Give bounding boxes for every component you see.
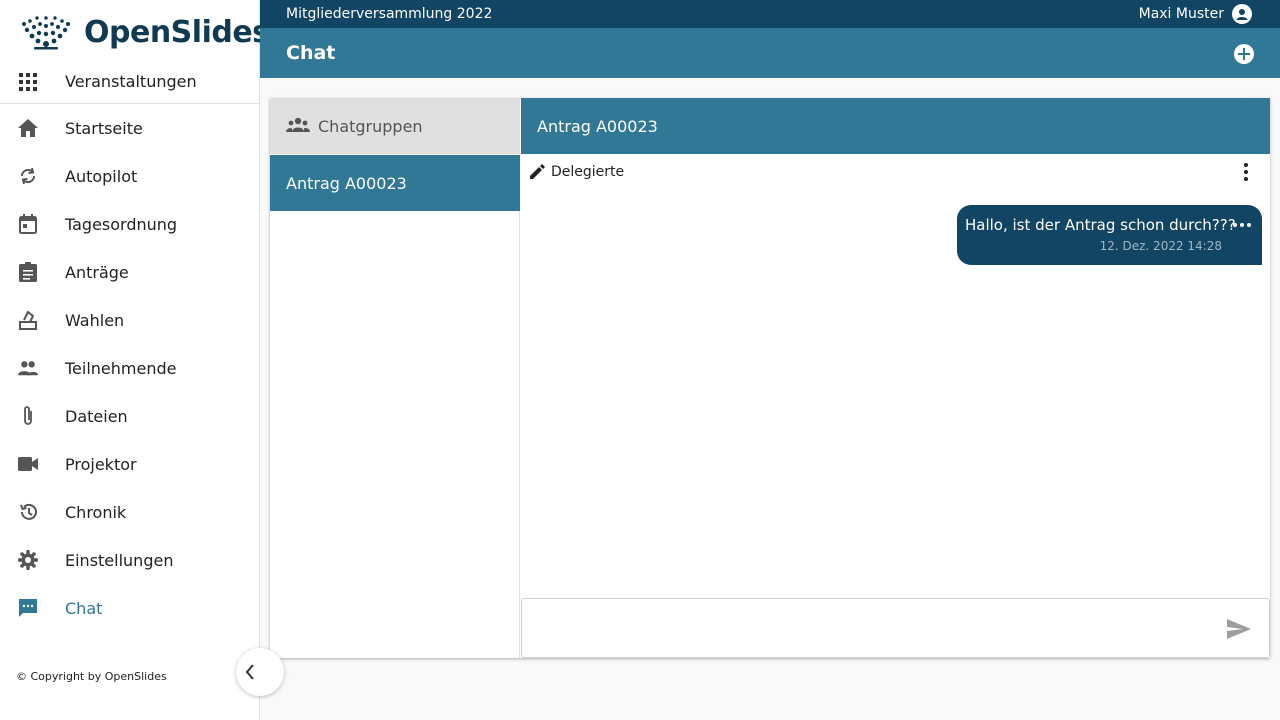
edit-group-label: Delegierte — [551, 164, 625, 180]
history-icon — [18, 502, 38, 522]
sidebar-item-chat[interactable]: Chat — [0, 584, 260, 632]
sidebar-item-label: Wahlen — [65, 310, 125, 330]
attachment-icon — [18, 406, 38, 426]
logo-text: OpenSlides — [84, 14, 270, 50]
assignment-icon — [18, 262, 38, 282]
sidebar-item-label: Teilnehmende — [65, 358, 177, 378]
sidebar-item-startseite[interactable]: Startseite — [0, 104, 260, 152]
message-menu-button[interactable] — [1232, 217, 1252, 233]
sidebar-item-dateien[interactable]: Dateien — [0, 392, 260, 440]
user-name[interactable]: Maxi Muster — [1139, 6, 1224, 22]
chat-panel: Chatgruppen Antrag A00023 Antrag A00023 … — [270, 98, 1270, 658]
chat-groups-header: Chatgruppen — [270, 98, 520, 154]
plus-icon — [1238, 48, 1250, 60]
home-icon — [18, 118, 38, 138]
conversation-menu-button[interactable] — [1234, 160, 1258, 184]
conversation-header: Antrag A00023 — [521, 98, 1270, 154]
message-timestamp: 12. Dez. 2022 14:28 — [1099, 239, 1222, 253]
sidebar-item-label: Chat — [65, 598, 103, 618]
edit-group-button[interactable]: Delegierte — [529, 162, 624, 182]
more-horiz-icon — [1233, 223, 1251, 227]
chat-conversation: Antrag A00023 Delegierte Hallo, ist der … — [521, 98, 1270, 658]
calendar-icon — [18, 214, 38, 234]
meeting-name[interactable]: Mitgliederversammlung 2022 — [286, 6, 492, 22]
more-vert-icon — [1244, 163, 1248, 181]
sidebar-item-label: Einstellungen — [65, 550, 174, 570]
chat-group-item[interactable]: Antrag A00023 — [270, 155, 520, 211]
chat-groups-title: Chatgruppen — [318, 116, 423, 136]
chat-message: Hallo, ist der Antrag schon durch??? 12.… — [957, 205, 1262, 265]
pencil-icon — [530, 164, 545, 179]
sidebar-item-wahlen[interactable]: Wahlen — [0, 296, 260, 344]
page-title: Chat — [286, 42, 336, 64]
meeting-topbar: Mitgliederversammlung 2022 Maxi Muster — [260, 0, 1280, 28]
people-icon — [18, 358, 38, 378]
sidebar-item-autopilot[interactable]: Autopilot — [0, 152, 260, 200]
account-icon[interactable] — [1232, 4, 1252, 24]
chat-groups-list: Chatgruppen Antrag A00023 — [270, 98, 520, 658]
sidebar-item-tagesordnung[interactable]: Tagesordnung — [0, 200, 260, 248]
ballot-icon — [18, 310, 38, 330]
sidebar-item-antraege[interactable]: Anträge — [0, 248, 260, 296]
nav-events-label: Veranstaltungen — [65, 72, 197, 91]
add-chat-group-button[interactable] — [1234, 44, 1254, 64]
sidebar-item-label: Tagesordnung — [65, 214, 178, 234]
chevron-left-icon — [245, 664, 254, 680]
sidebar-item-label: Startseite — [65, 118, 143, 138]
sidebar-item-chronik[interactable]: Chronik — [0, 488, 260, 536]
videocam-icon — [18, 454, 38, 474]
collapse-sidebar-button[interactable] — [236, 648, 284, 696]
nav-events[interactable]: Veranstaltungen — [0, 60, 260, 104]
gear-icon — [18, 550, 38, 570]
page-header: Chat — [260, 28, 1280, 78]
logo-icon — [22, 16, 70, 50]
sidebar-item-label: Chronik — [65, 502, 127, 522]
message-composer — [521, 598, 1270, 658]
conversation-toolbar: Delegierte — [521, 154, 1270, 188]
apps-grid-icon — [18, 72, 38, 92]
message-input[interactable] — [534, 609, 1214, 647]
copyright-text: © Copyright by OpenSlides — [16, 670, 167, 683]
openslides-logo[interactable]: OpenSlides — [18, 12, 270, 52]
sidebar-item-einstellungen[interactable]: Einstellungen — [0, 536, 260, 584]
sidebar-item-teilnehmende[interactable]: Teilnehmende — [0, 344, 260, 392]
send-button[interactable] — [1227, 619, 1251, 643]
sidebar: OpenSlides Veranstaltungen Startseite Au… — [0, 0, 270, 720]
sidebar-item-projektor[interactable]: Projektor — [0, 440, 260, 488]
sync-icon — [18, 166, 38, 186]
sidebar-item-label: Projektor — [65, 454, 137, 474]
sidebar-item-label: Anträge — [65, 262, 129, 282]
send-icon — [1227, 619, 1251, 639]
sidebar-item-label: Autopilot — [65, 166, 138, 186]
conversation-title: Antrag A00023 — [537, 116, 658, 136]
chat-icon — [18, 598, 38, 618]
sidebar-item-label: Dateien — [65, 406, 128, 426]
message-text: Hallo, ist der Antrag schon durch??? — [965, 216, 1236, 234]
chat-group-name: Antrag A00023 — [286, 173, 407, 193]
group-icon — [286, 117, 310, 137]
